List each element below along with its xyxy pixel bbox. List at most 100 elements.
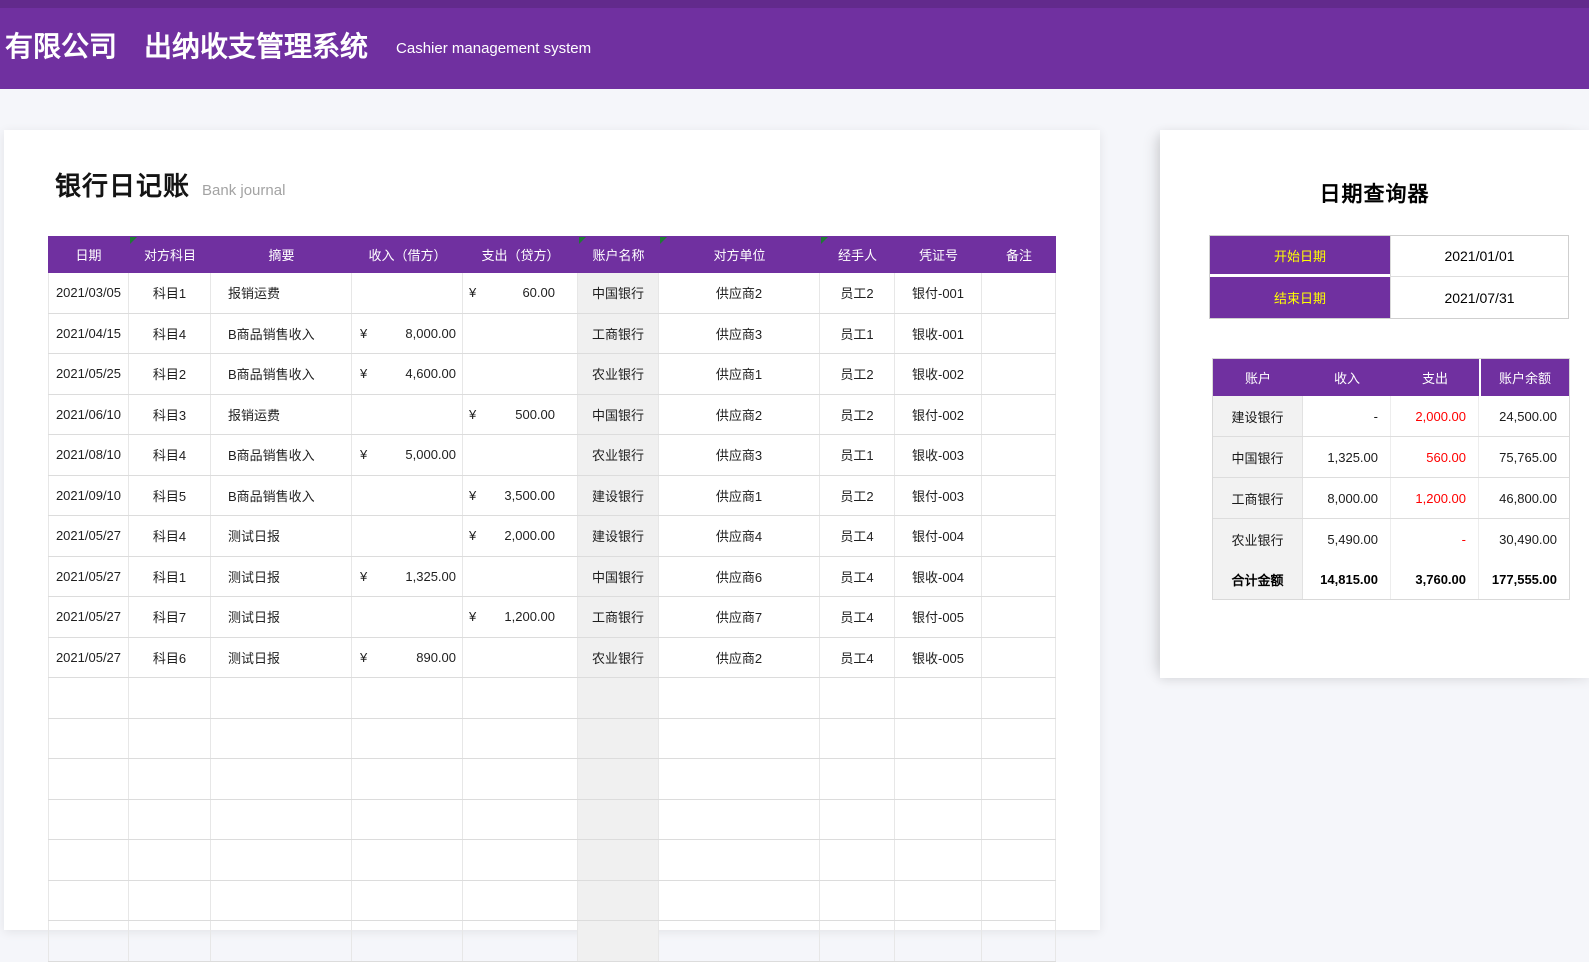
journal-cell-voucher[interactable]: [895, 799, 982, 839]
journal-cell-expense[interactable]: [463, 678, 578, 718]
journal-cell-handler[interactable]: 员工4: [820, 637, 895, 677]
journal-cell-handler[interactable]: 员工1: [820, 313, 895, 353]
journal-cell-handler[interactable]: 员工2: [820, 273, 895, 313]
journal-cell-counterparty[interactable]: 供应商3: [659, 313, 820, 353]
journal-cell-voucher[interactable]: 银付-003: [895, 475, 982, 515]
journal-cell-date[interactable]: [48, 921, 129, 961]
journal-cell-income[interactable]: [352, 597, 463, 637]
journal-cell-counterparty[interactable]: 供应商2: [659, 273, 820, 313]
journal-cell-income[interactable]: [352, 880, 463, 920]
journal-cell-subject[interactable]: [129, 921, 211, 961]
journal-cell-subject[interactable]: [129, 759, 211, 799]
journal-cell-date[interactable]: 2021/05/27: [48, 637, 129, 677]
journal-cell-summary[interactable]: [211, 678, 352, 718]
journal-cell-note[interactable]: [982, 678, 1056, 718]
journal-cell-expense[interactable]: ¥2,000.00: [463, 516, 578, 556]
journal-cell-subject[interactable]: 科目2: [129, 354, 211, 394]
journal-cell-summary[interactable]: [211, 880, 352, 920]
journal-cell-date[interactable]: 2021/05/27: [48, 556, 129, 596]
journal-cell-account[interactable]: [578, 718, 659, 758]
journal-cell-date[interactable]: 2021/08/10: [48, 435, 129, 475]
journal-cell-counterparty[interactable]: [659, 678, 820, 718]
journal-cell-income[interactable]: [352, 840, 463, 880]
journal-cell-summary[interactable]: B商品销售收入: [211, 475, 352, 515]
journal-cell-handler[interactable]: 员工2: [820, 475, 895, 515]
journal-cell-summary[interactable]: [211, 799, 352, 839]
journal-cell-subject[interactable]: 科目5: [129, 475, 211, 515]
journal-cell-subject[interactable]: 科目4: [129, 516, 211, 556]
journal-cell-date[interactable]: 2021/05/27: [48, 516, 129, 556]
journal-cell-income[interactable]: [352, 718, 463, 758]
journal-cell-account[interactable]: 中国银行: [578, 556, 659, 596]
journal-cell-counterparty[interactable]: 供应商7: [659, 597, 820, 637]
journal-cell-handler[interactable]: [820, 759, 895, 799]
journal-cell-summary[interactable]: [211, 759, 352, 799]
journal-cell-date[interactable]: [48, 759, 129, 799]
journal-cell-expense[interactable]: [463, 435, 578, 475]
journal-cell-note[interactable]: [982, 516, 1056, 556]
journal-cell-account[interactable]: 农业银行: [578, 354, 659, 394]
journal-cell-subject[interactable]: 科目4: [129, 313, 211, 353]
journal-cell-subject[interactable]: 科目1: [129, 556, 211, 596]
journal-cell-note[interactable]: [982, 921, 1056, 961]
journal-cell-expense[interactable]: [463, 556, 578, 596]
journal-cell-handler[interactable]: 员工2: [820, 354, 895, 394]
journal-cell-note[interactable]: [982, 556, 1056, 596]
journal-cell-expense[interactable]: [463, 880, 578, 920]
journal-cell-note[interactable]: [982, 354, 1056, 394]
journal-cell-counterparty[interactable]: 供应商1: [659, 475, 820, 515]
journal-cell-voucher[interactable]: 银付-001: [895, 273, 982, 313]
journal-cell-counterparty[interactable]: [659, 880, 820, 920]
journal-cell-account[interactable]: 中国银行: [578, 273, 659, 313]
journal-cell-voucher[interactable]: [895, 759, 982, 799]
journal-cell-subject[interactable]: [129, 880, 211, 920]
journal-cell-summary[interactable]: B商品销售收入: [211, 354, 352, 394]
journal-cell-expense[interactable]: [463, 637, 578, 677]
journal-cell-note[interactable]: [982, 394, 1056, 434]
journal-cell-account[interactable]: 农业银行: [578, 637, 659, 677]
journal-cell-expense[interactable]: [463, 840, 578, 880]
journal-cell-date[interactable]: 2021/06/10: [48, 394, 129, 434]
journal-cell-subject[interactable]: 科目1: [129, 273, 211, 313]
journal-cell-counterparty[interactable]: 供应商2: [659, 394, 820, 434]
journal-cell-counterparty[interactable]: [659, 921, 820, 961]
journal-cell-handler[interactable]: [820, 880, 895, 920]
journal-cell-subject[interactable]: 科目4: [129, 435, 211, 475]
journal-cell-voucher[interactable]: 银付-005: [895, 597, 982, 637]
journal-cell-income[interactable]: [352, 759, 463, 799]
journal-cell-date[interactable]: [48, 678, 129, 718]
journal-cell-date[interactable]: 2021/04/15: [48, 313, 129, 353]
journal-cell-counterparty[interactable]: 供应商3: [659, 435, 820, 475]
journal-cell-date[interactable]: [48, 880, 129, 920]
journal-cell-summary[interactable]: 报销运费: [211, 394, 352, 434]
journal-cell-date[interactable]: [48, 799, 129, 839]
journal-cell-voucher[interactable]: 银收-001: [895, 313, 982, 353]
journal-cell-date[interactable]: 2021/05/25: [48, 354, 129, 394]
journal-cell-counterparty[interactable]: 供应商6: [659, 556, 820, 596]
journal-cell-account[interactable]: 建设银行: [578, 516, 659, 556]
journal-cell-handler[interactable]: [820, 718, 895, 758]
journal-cell-expense[interactable]: ¥1,200.00: [463, 597, 578, 637]
journal-cell-account[interactable]: [578, 678, 659, 718]
journal-cell-voucher[interactable]: 银付-004: [895, 516, 982, 556]
journal-cell-income[interactable]: [352, 921, 463, 961]
journal-cell-counterparty[interactable]: [659, 718, 820, 758]
journal-cell-note[interactable]: [982, 840, 1056, 880]
journal-cell-summary[interactable]: [211, 718, 352, 758]
journal-cell-summary[interactable]: 测试日报: [211, 516, 352, 556]
journal-cell-handler[interactable]: [820, 799, 895, 839]
journal-cell-date[interactable]: 2021/09/10: [48, 475, 129, 515]
journal-cell-subject[interactable]: [129, 678, 211, 718]
journal-cell-counterparty[interactable]: 供应商4: [659, 516, 820, 556]
journal-cell-note[interactable]: [982, 597, 1056, 637]
journal-cell-voucher[interactable]: [895, 840, 982, 880]
journal-cell-handler[interactable]: [820, 840, 895, 880]
journal-cell-summary[interactable]: 测试日报: [211, 556, 352, 596]
journal-cell-voucher[interactable]: [895, 678, 982, 718]
journal-cell-expense[interactable]: [463, 921, 578, 961]
journal-cell-note[interactable]: [982, 759, 1056, 799]
journal-cell-income[interactable]: ¥4,600.00: [352, 354, 463, 394]
journal-cell-note[interactable]: [982, 475, 1056, 515]
end-date-value[interactable]: 2021/07/31: [1390, 277, 1568, 318]
journal-cell-income[interactable]: ¥1,325.00: [352, 556, 463, 596]
